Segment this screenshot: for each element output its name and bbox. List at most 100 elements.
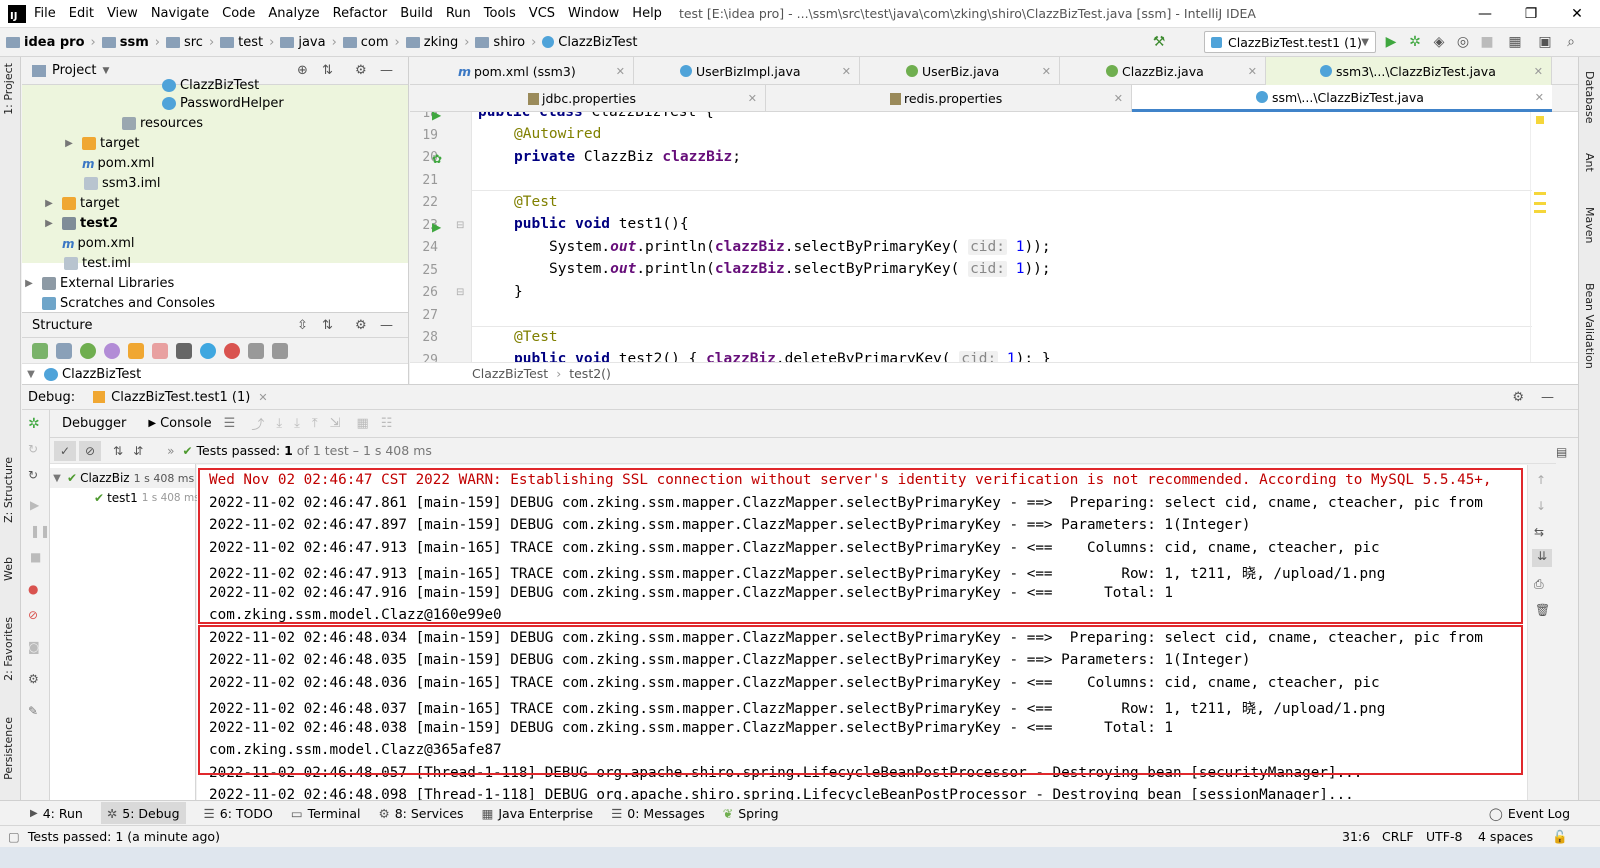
close-icon[interactable]: ✕	[842, 65, 851, 78]
project-structure-icon[interactable]: ▦	[1506, 33, 1524, 51]
trace-icon[interactable]: ☷	[381, 416, 393, 431]
stop-icon[interactable]: ■	[1478, 33, 1496, 51]
editor-breadcrumb-item[interactable]: test2()	[569, 366, 611, 381]
editor-tab[interactable]: UserBizImpl.java ✕	[634, 57, 860, 85]
rerun-icon[interactable]: ↻	[28, 468, 38, 482]
status-message[interactable]: Tests passed: 1 (a minute ago)	[28, 829, 220, 844]
structure-root[interactable]: ▼ ClazzBizTest	[22, 364, 408, 384]
run-to-cursor-icon[interactable]: ⇲	[330, 416, 341, 431]
editor-tab-active[interactable]: ssm\...\ClazzBizTest.java ✕	[1132, 85, 1552, 112]
view-breakpoints-icon[interactable]: ●	[28, 582, 38, 596]
show-passed-icon[interactable]: ✓	[54, 440, 76, 461]
chevron-down-icon[interactable]: ▼	[102, 66, 109, 76]
collapse-all-icon[interactable]: ⇅	[322, 318, 333, 333]
sort-duration-icon[interactable]: ⇵	[133, 444, 143, 458]
chevron-right-icon[interactable]: ▶	[22, 278, 36, 289]
menu-file[interactable]: File	[34, 6, 56, 21]
editor-tab[interactable]: ClazzBiz.java ✕	[1060, 57, 1266, 85]
code-editor[interactable]: 18 19 20 21 22 23 24 25 26 27 28 29 ▶ ✿ …	[410, 112, 1578, 362]
tree-item[interactable]: m pom.xml	[22, 153, 408, 173]
line-separator[interactable]: CRLF	[1382, 829, 1414, 844]
breadcrumb-item[interactable]: ssm ›	[101, 35, 160, 50]
autoscroll-to-source-icon[interactable]	[248, 342, 264, 359]
error-stripe-mark[interactable]	[1534, 210, 1546, 213]
console-output[interactable]: Wed Nov 02 02:46:47 CST 2022 WARN: Estab…	[197, 465, 1527, 800]
close-icon[interactable]: ✕	[748, 92, 757, 105]
menu-vcs[interactable]: VCS	[529, 6, 555, 21]
scroll-to-end-icon[interactable]: ⇊	[1532, 549, 1552, 567]
restore-icon[interactable]: ❐	[1508, 0, 1554, 28]
tool-tab-services[interactable]: ⚙ 8: Services	[378, 806, 463, 821]
close-icon[interactable]: ✕	[1042, 65, 1051, 78]
debug-icon[interactable]: ✲	[28, 416, 40, 432]
run-configuration-select[interactable]: ClazzBizTest.test1 (1) ▼	[1204, 31, 1376, 53]
layout-icon[interactable]: ▣	[1536, 33, 1554, 51]
soft-wrap-icon[interactable]: ⇆	[1534, 525, 1544, 539]
tree-item[interactable]: ▶ target	[22, 193, 408, 213]
mute-breakpoints-icon[interactable]: ⊘	[28, 608, 38, 622]
tool-window-persistence[interactable]: Persistence	[2, 717, 15, 780]
warning-marker-icon[interactable]	[1536, 116, 1544, 124]
show-fields-icon[interactable]	[128, 342, 144, 359]
breadcrumb-item[interactable]: com ›	[342, 35, 400, 50]
show-ignored-icon[interactable]: ⊘	[79, 440, 101, 461]
step-out-icon[interactable]: ⤒	[312, 416, 318, 431]
tool-tab-spring[interactable]: ❦ Spring	[723, 806, 779, 821]
menu-run[interactable]: Run	[446, 6, 471, 21]
fold-icon[interactable]: ⊟	[456, 220, 464, 231]
indent-setting[interactable]: 4 spaces	[1478, 829, 1533, 844]
breadcrumb-item[interactable]: src ›	[165, 35, 214, 50]
menu-build[interactable]: Build	[400, 6, 433, 21]
step-over-icon[interactable]: ⤓	[276, 416, 282, 431]
breadcrumb-item[interactable]: java ›	[280, 35, 337, 50]
search-icon[interactable]: ⌕	[1562, 33, 1580, 51]
show-properties-icon[interactable]	[104, 342, 120, 359]
menu-code[interactable]: Code	[222, 6, 255, 21]
tree-item[interactable]: m pom.xml	[22, 233, 408, 253]
trash-icon[interactable]: 🗑	[1535, 603, 1550, 617]
sort-alpha-icon[interactable]	[56, 342, 72, 359]
tool-tab-run[interactable]: ▶ 4: Run	[30, 806, 83, 821]
tool-window-maven[interactable]: Maven	[1583, 207, 1596, 243]
gear-icon[interactable]: ⚙	[28, 672, 39, 686]
chevron-right-icon[interactable]: ▶	[62, 138, 76, 149]
tool-window-bean-validation[interactable]: Bean Validation	[1583, 283, 1596, 369]
menu-analyze[interactable]: Analyze	[268, 6, 319, 21]
editor-tab[interactable]: redis.properties ✕	[766, 85, 1132, 112]
show-inherited-icon[interactable]	[80, 342, 96, 359]
tree-item[interactable]: test.iml	[22, 253, 408, 273]
expand-all-icon[interactable]: ⇳	[297, 318, 308, 333]
tool-tab-todo[interactable]: ☰ 6: TODO	[204, 806, 273, 821]
run-gutter-icon[interactable]: ▶	[432, 220, 441, 234]
editor-tab[interactable]: ssm3\...\ClazzBizTest.java ✕	[1266, 57, 1552, 85]
tree-item[interactable]: PasswordHelper	[22, 93, 408, 113]
tool-tab-java-enterprise[interactable]: ▦ Java Enterprise	[482, 806, 594, 821]
profile-icon[interactable]: ◎	[1454, 33, 1472, 51]
tool-window-structure[interactable]: Z: Structure	[2, 457, 15, 523]
sort-visibility-icon[interactable]	[32, 342, 48, 359]
error-stripe-mark[interactable]	[1534, 192, 1546, 195]
pause-icon[interactable]: ❚❚	[30, 524, 50, 538]
tool-window-database[interactable]: Database	[1583, 71, 1596, 124]
run-icon[interactable]: ▶	[1382, 33, 1400, 51]
menu-edit[interactable]: Edit	[69, 6, 94, 21]
fold-icon[interactable]: ⊟	[456, 287, 464, 298]
show-lambdas-icon[interactable]	[176, 342, 192, 359]
show-non-public-icon[interactable]	[152, 342, 168, 359]
step-into-icon[interactable]: ⤓	[294, 416, 300, 431]
tool-window-project[interactable]: 1: Project	[2, 63, 15, 115]
editor-tab[interactable]: UserBiz.java ✕	[860, 57, 1060, 85]
close-icon[interactable]: ✕	[1534, 65, 1543, 78]
breadcrumb-item[interactable]: zking ›	[405, 35, 469, 50]
anonymous-classes-icon[interactable]	[200, 342, 216, 359]
tool-window-favorites[interactable]: 2: Favorites	[2, 617, 15, 681]
tool-window-ant[interactable]: Ant	[1583, 153, 1596, 172]
minimize-icon[interactable]: —	[1462, 0, 1508, 28]
debug-session-tab[interactable]: ClazzBizTest.test1 (1)	[111, 390, 250, 405]
sort-alpha-icon[interactable]: ⇅	[113, 444, 123, 458]
debug-icon[interactable]: ✲	[1406, 33, 1424, 51]
test-case-row[interactable]: ✔ test1 1 s 408 ms	[50, 488, 200, 508]
tree-item[interactable]: resources	[22, 113, 408, 133]
tool-tab-debug[interactable]: ✲ 5: Debug	[100, 802, 186, 824]
breadcrumb-item[interactable]: idea pro ›	[6, 35, 96, 50]
